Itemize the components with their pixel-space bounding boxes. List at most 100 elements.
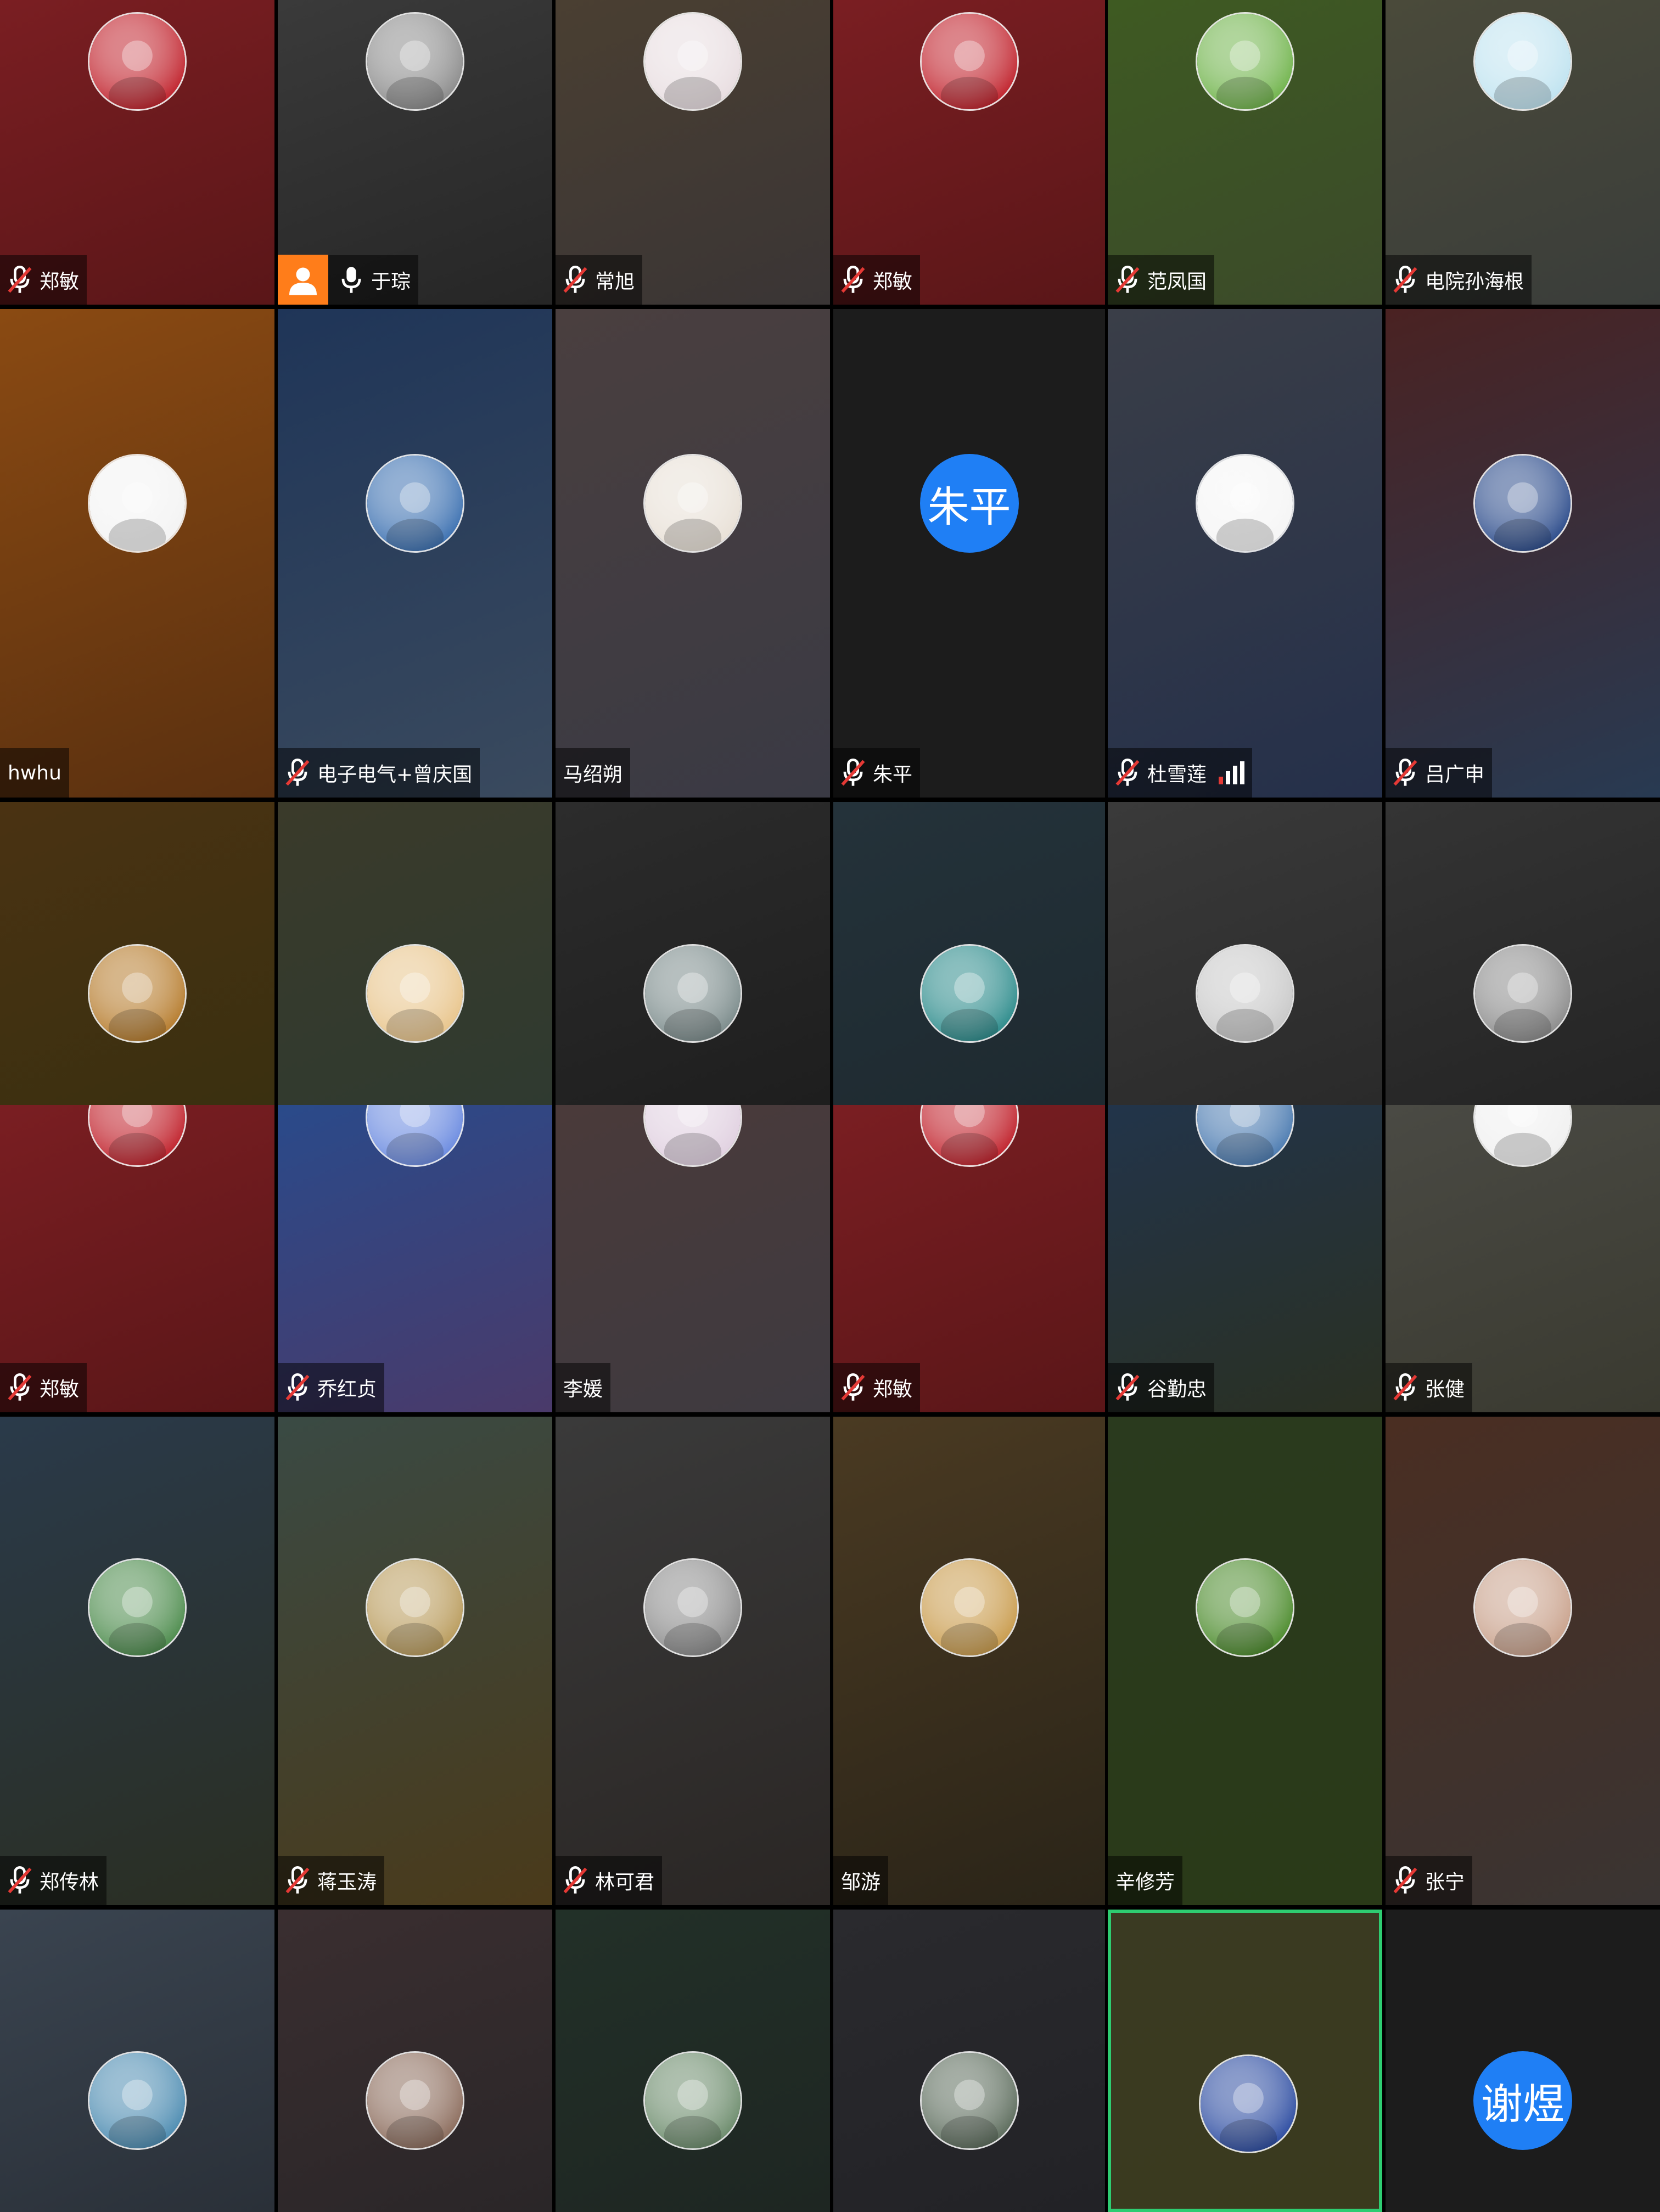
participant-tile[interactable]: 林可君 <box>556 1417 830 1905</box>
lake-girl-avatar-icon <box>919 944 1019 1043</box>
mic-muted-icon <box>283 757 312 788</box>
participant-tile[interactable] <box>556 802 830 1105</box>
participant-name-tag: 林可君 <box>556 1856 663 1905</box>
participant-tile[interactable] <box>833 802 1105 1105</box>
participant-tile[interactable]: 乔红贞 <box>278 1105 552 1412</box>
participant-tile[interactable] <box>278 1910 552 2212</box>
signal-strength-icon <box>1219 761 1245 784</box>
tiger-new-year-avatar-icon <box>88 1105 187 1167</box>
mic-muted-icon <box>5 1372 34 1403</box>
participant-name: 辛修芳 <box>1115 1871 1175 1894</box>
mic-muted-icon <box>1391 1372 1420 1403</box>
participant-tile[interactable]: 杜雪莲 <box>1108 309 1382 798</box>
participant-tile[interactable] <box>1386 802 1660 1105</box>
mic-on-icon <box>337 265 366 295</box>
participant-avatar-initials: 朱平 <box>919 454 1019 553</box>
anime-girl-avatar-icon <box>643 1105 742 1167</box>
participant-name-tag: 朱平 <box>833 748 921 798</box>
participant-tile[interactable]: 谷勤忠 <box>1108 1105 1382 1412</box>
participant-tile[interactable]: 郑敏 <box>833 0 1105 305</box>
participant-tile[interactable]: 电院孙海根 <box>1386 0 1660 305</box>
mic-muted-icon <box>1391 757 1420 788</box>
white-rabbit-avatar-icon <box>1196 454 1294 553</box>
participant-name-tag: 于琮 <box>278 255 419 305</box>
seaside-cliff-avatar-icon <box>88 2051 187 2150</box>
participant-name-tag: 电院孙海根 <box>1386 255 1532 305</box>
participant-tile[interactable]: 于琮 <box>278 0 552 305</box>
mountain-peaks-avatar-icon <box>643 944 742 1043</box>
participant-tile[interactable]: 辛修芳 <box>1108 1417 1382 1905</box>
participant-tile[interactable]: 朱平 朱平 <box>833 309 1105 798</box>
mic-muted-icon <box>1391 1865 1420 1896</box>
participant-name-tag: 郑传林 <box>0 1856 107 1905</box>
cartoon-tiger-avatar-icon <box>88 454 187 553</box>
participant-name-tag: 电子电气+曾庆国 <box>278 748 480 798</box>
participant-tile[interactable]: 李媛 <box>556 1105 830 1412</box>
participant-tile[interactable]: 蒋玉涛 <box>278 1417 552 1905</box>
participant-tile[interactable] <box>0 1910 274 2212</box>
participant-tile[interactable] <box>833 1910 1105 2212</box>
participant-tile[interactable] <box>278 802 552 1105</box>
mic-muted-icon <box>839 265 867 295</box>
host-user-icon <box>278 255 328 305</box>
town-reflection-avatar-icon <box>919 2051 1019 2150</box>
participant-name-tag: 范凤国 <box>1108 255 1215 305</box>
blue-sky-light-avatar-icon <box>366 454 464 553</box>
participant-tile[interactable]: 郑传林 <box>0 1417 274 1905</box>
tiger-new-year-avatar-icon <box>919 1105 1019 1167</box>
participant-tile[interactable] <box>1108 802 1382 1105</box>
green-leaf-avatar-icon <box>1196 12 1294 111</box>
participant-tile[interactable]: 郑敏 <box>833 1105 1105 1412</box>
mic-muted-icon <box>1113 265 1142 295</box>
participant-name-tag: 乔红贞 <box>278 1363 385 1412</box>
participant-name: 张宁 <box>1425 1871 1465 1894</box>
tiger-new-year-avatar-icon <box>919 12 1019 111</box>
tiger-new-year-avatar-icon <box>88 12 187 111</box>
baby-cap-avatar-icon <box>366 2051 464 2150</box>
anime-warrior-avatar-icon <box>1473 454 1572 553</box>
participant-name: 乔红贞 <box>317 1378 377 1401</box>
participant-tile[interactable]: 张宁 <box>1386 1417 1660 1905</box>
participant-tile[interactable]: hwhu <box>0 309 274 798</box>
participant-tile[interactable]: 电子电气+曾庆国 <box>278 309 552 798</box>
minions-avatar-icon <box>1473 12 1572 111</box>
participant-tile[interactable]: 谢煜 <box>1386 1910 1660 2212</box>
participant-tile[interactable]: 常旭 <box>556 0 830 305</box>
participant-name: 郑敏 <box>40 271 80 293</box>
participant-name-tag: 郑敏 <box>0 255 87 305</box>
participant-tile[interactable]: 张健 <box>1386 1105 1660 1412</box>
mic-muted-icon <box>283 1372 312 1403</box>
participant-tile[interactable]: 郑敏 <box>0 1105 274 1412</box>
participant-name: 邹游 <box>841 1871 881 1894</box>
participant-tile[interactable]: 邹游 <box>833 1417 1105 1905</box>
golden-wheat-avatar-icon <box>88 944 187 1043</box>
participant-name: 于琮 <box>371 271 411 293</box>
participant-tile[interactable] <box>0 802 274 1105</box>
misty-mountain-avatar-icon <box>366 12 464 111</box>
child-standing-avatar-icon <box>643 1558 742 1657</box>
parent-child-sunset-avatar-icon <box>919 1558 1019 1657</box>
participant-name: 蒋玉涛 <box>317 1871 377 1894</box>
meeting-gallery: 郑敏 于琮 常旭 郑敏 范凤国 电院孙海根 hwhu 电子电气+曾庆国 马绍朔 朱平 朱平 杜雪莲 吕广… <box>0 0 1660 2212</box>
participant-name-tag: 郑敏 <box>833 255 921 305</box>
runner-sunset-avatar-icon <box>1473 944 1572 1043</box>
child-winter-avatar-icon <box>1473 1558 1572 1657</box>
mic-muted-icon <box>5 265 34 295</box>
participant-tile[interactable]: 马绍朔 <box>556 309 830 798</box>
flower-bouquet-avatar-icon <box>643 12 742 111</box>
radio-telescope-avatar-icon <box>1196 1105 1294 1167</box>
mic-muted-icon <box>839 1372 867 1403</box>
participant-name-tag: 杜雪莲 <box>1108 748 1253 798</box>
participant-name: hwhu <box>8 761 61 784</box>
participant-name-tag: 张健 <box>1386 1363 1473 1412</box>
participant-name-tag: 吕广申 <box>1386 748 1493 798</box>
participant-tile[interactable]: 范凤国 <box>1108 0 1382 305</box>
participant-tile[interactable] <box>556 1910 830 2212</box>
participant-tile[interactable]: 郑敏 <box>0 0 274 305</box>
participant-name: 郑敏 <box>873 271 913 293</box>
mic-muted-icon <box>283 1865 312 1896</box>
participant-name-tag: 郑敏 <box>833 1363 921 1412</box>
participant-tile[interactable]: 吕广申 <box>1386 309 1660 798</box>
participant-tile[interactable] <box>1108 1910 1382 2212</box>
mic-muted-icon <box>839 757 867 788</box>
